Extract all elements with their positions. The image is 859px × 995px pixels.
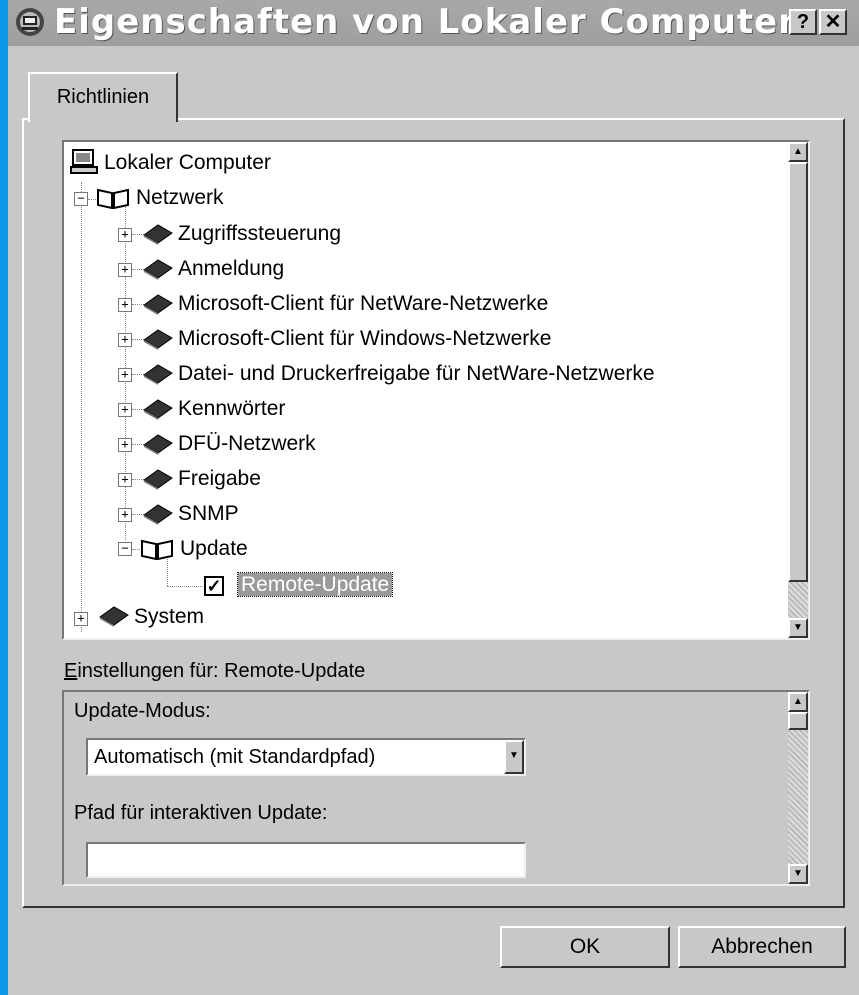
scroll-track[interactable] xyxy=(788,582,808,618)
tree-scrollbar[interactable]: ▲ ▼ xyxy=(788,142,808,638)
title-bar[interactable]: Eigenschaften von Lokaler Computer ? ✕ xyxy=(8,0,859,46)
window-title: Eigenschaften von Lokaler Computer xyxy=(54,2,796,42)
closed-book-icon xyxy=(143,259,173,280)
expand-icon[interactable]: + xyxy=(118,333,132,347)
tree-item-remote-update[interactable]: Remote-Update xyxy=(236,568,394,602)
update-mode-value: Automatisch (mit Standardpfad) xyxy=(94,746,376,768)
closed-book-icon xyxy=(143,364,173,385)
closed-book-icon xyxy=(143,294,173,315)
tree-item[interactable]: Microsoft-Client für NetWare-Netzwerke xyxy=(178,287,548,321)
tree-item[interactable]: Microsoft-Client für Windows-Netzwerke xyxy=(178,322,551,356)
dropdown-arrow-icon[interactable]: ▼ xyxy=(504,740,524,774)
expand-icon[interactable]: + xyxy=(118,403,132,417)
expand-icon[interactable]: + xyxy=(118,228,132,242)
closed-book-icon xyxy=(143,434,173,455)
help-button[interactable]: ? xyxy=(789,9,817,35)
tree-item[interactable]: Freigabe xyxy=(178,462,261,496)
expand-icon[interactable]: + xyxy=(118,473,132,487)
tree-item[interactable]: Kennwörter xyxy=(178,392,285,426)
closed-book-icon xyxy=(99,606,129,627)
tree-item[interactable]: SNMP xyxy=(178,497,239,531)
closed-book-icon xyxy=(143,224,173,245)
update-mode-select[interactable]: Automatisch (mit Standardpfad) ▼ xyxy=(86,738,526,776)
computer-icon xyxy=(70,149,98,174)
path-input[interactable] xyxy=(86,842,526,878)
tree-item[interactable]: DFÜ-Netzwerk xyxy=(178,427,316,461)
expand-icon[interactable]: + xyxy=(118,438,132,452)
computer-globe-icon xyxy=(16,8,44,36)
remote-update-checkbox[interactable]: ✓ xyxy=(204,576,224,596)
closed-book-icon xyxy=(143,469,173,490)
scroll-down-button[interactable]: ▼ xyxy=(788,864,808,884)
tab-richtlinien[interactable]: Richtlinien xyxy=(28,72,178,122)
open-book-icon xyxy=(97,188,129,209)
tree-item-system[interactable]: System xyxy=(134,600,204,634)
scroll-up-button[interactable]: ▲ xyxy=(788,692,808,712)
expand-icon[interactable]: + xyxy=(118,508,132,522)
tree-item[interactable]: Zugriffssteuerung xyxy=(178,217,341,251)
settings-scrollbar[interactable]: ▲ ▼ xyxy=(788,692,808,884)
expand-icon[interactable]: + xyxy=(118,298,132,312)
ok-button[interactable]: OK xyxy=(500,926,670,968)
close-button[interactable]: ✕ xyxy=(819,9,847,35)
expand-icon[interactable]: + xyxy=(74,612,88,626)
remote-update-label: Remote-Update xyxy=(236,572,394,597)
closed-book-icon xyxy=(143,329,173,350)
update-mode-label: Update-Modus: xyxy=(74,700,211,722)
settings-panel: Update-Modus: Automatisch (mit Standardp… xyxy=(62,690,810,886)
scroll-track[interactable] xyxy=(788,730,808,864)
expand-icon[interactable]: + xyxy=(118,263,132,277)
scroll-thumb[interactable] xyxy=(788,712,808,730)
scroll-up-button[interactable]: ▲ xyxy=(788,142,808,162)
properties-dialog: Eigenschaften von Lokaler Computer ? ✕ R… xyxy=(8,0,859,995)
closed-book-icon xyxy=(143,504,173,525)
collapse-icon[interactable]: − xyxy=(118,542,132,556)
tree-item-update[interactable]: Update xyxy=(180,532,248,566)
scroll-thumb[interactable] xyxy=(788,162,808,582)
collapse-icon[interactable]: − xyxy=(74,192,88,206)
path-label: Pfad für interaktiven Update: xyxy=(74,802,328,824)
tree-item[interactable]: Anmeldung xyxy=(178,252,284,286)
tree-root-label[interactable]: Lokaler Computer xyxy=(104,146,271,180)
closed-book-icon xyxy=(143,399,173,420)
tree-item-netzwerk[interactable]: Netzwerk xyxy=(136,181,224,215)
settings-label: Einstellungen für: Remote-Update xyxy=(64,660,366,682)
policy-tree[interactable]: Lokaler Computer − Netzwerk + Zugriffsste… xyxy=(62,140,810,640)
expand-icon[interactable]: + xyxy=(118,368,132,382)
open-book-icon xyxy=(141,539,173,560)
scroll-down-button[interactable]: ▼ xyxy=(788,618,808,638)
cancel-button[interactable]: Abbrechen xyxy=(678,926,846,968)
tree-item[interactable]: Datei- und Druckerfreigabe für NetWare-N… xyxy=(178,357,655,391)
